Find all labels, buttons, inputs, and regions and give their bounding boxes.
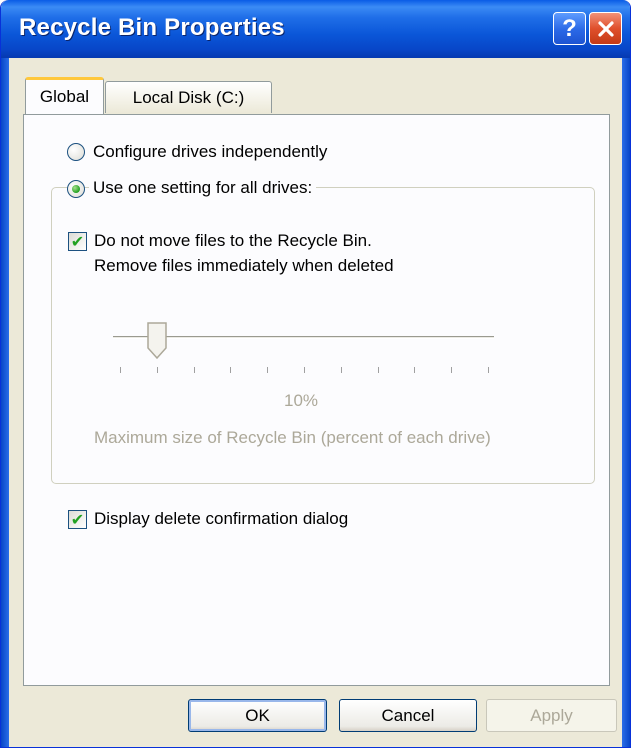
- slider-caption: Maximum size of Recycle Bin (percent of …: [94, 428, 491, 447]
- slider-tick: [157, 367, 158, 373]
- slider-tick: [378, 367, 379, 373]
- tab-local-disk[interactable]: Local Disk (C:): [105, 81, 272, 113]
- slider-tick: [230, 367, 231, 373]
- do-not-move-checkbox[interactable]: ✔: [68, 232, 87, 251]
- configure-independently-label[interactable]: Configure drives independently: [93, 142, 327, 162]
- one-setting-radio[interactable]: [67, 180, 85, 198]
- close-icon: [597, 20, 614, 37]
- help-button[interactable]: ?: [553, 12, 586, 45]
- do-not-move-label-line2[interactable]: Remove files immediately when deleted: [94, 256, 394, 276]
- configure-independently-radio[interactable]: [67, 143, 85, 161]
- apply-button[interactable]: Apply: [486, 699, 617, 732]
- cancel-button[interactable]: Cancel: [339, 699, 477, 732]
- display-confirmation-checkbox[interactable]: ✔: [68, 510, 87, 529]
- window-title: Recycle Bin Properties: [19, 14, 285, 41]
- tab-global[interactable]: Global: [25, 77, 104, 114]
- one-setting-label[interactable]: Use one setting for all drives:: [89, 178, 317, 198]
- slider-tick: [451, 367, 452, 373]
- display-confirmation-label[interactable]: Display delete confirmation dialog: [94, 509, 348, 529]
- slider-value-label: 10%: [284, 391, 319, 410]
- ok-button[interactable]: OK: [188, 699, 327, 732]
- window-frame-left: [1, 58, 9, 747]
- do-not-move-label-line1[interactable]: Do not move files to the Recycle Bin.: [94, 231, 372, 251]
- slider-tick: [488, 367, 489, 373]
- slider-tick: [120, 367, 121, 373]
- close-button[interactable]: [589, 12, 622, 45]
- dialog-window: Recycle Bin Properties ? Global Local Di…: [0, 0, 631, 748]
- title-bar[interactable]: Recycle Bin Properties ?: [1, 0, 630, 58]
- window-frame-right: [622, 58, 630, 747]
- slider-tick: [267, 367, 268, 373]
- slider-tick: [414, 367, 415, 373]
- help-icon: ?: [562, 14, 577, 42]
- slider-tick: [304, 367, 305, 373]
- slider-tick: [341, 367, 342, 373]
- recycle-bin-size-slider[interactable]: [113, 336, 494, 339]
- slider-thumb[interactable]: [146, 322, 168, 360]
- slider-tick: [194, 367, 195, 373]
